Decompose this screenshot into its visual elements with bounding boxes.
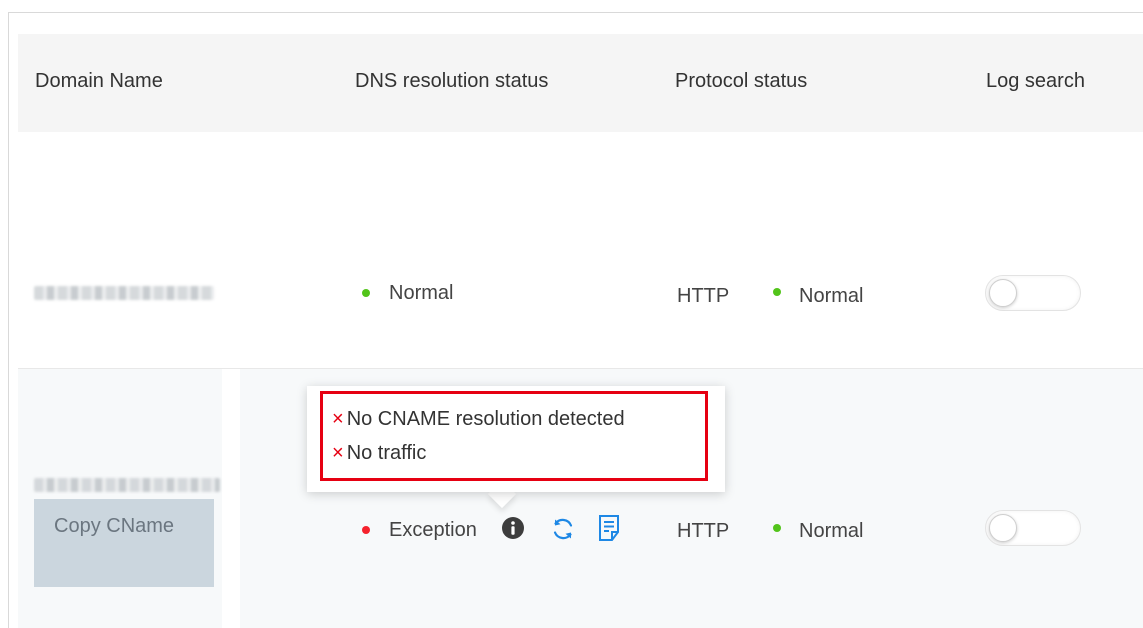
log-search-toggle[interactable] (985, 510, 1081, 546)
protocol-status-text: Normal (799, 520, 864, 542)
dns-status-text: Normal (389, 282, 454, 304)
info-icon[interactable] (501, 516, 525, 540)
log-search-toggle[interactable] (985, 275, 1081, 311)
tooltip-highlight-box (320, 391, 708, 481)
table-header: Domain Name DNS resolution status Protoc… (18, 34, 1143, 132)
domain-name-redacted (34, 478, 220, 492)
row-divider (222, 369, 240, 628)
tooltip-line-text: No CNAME resolution detected (346, 408, 625, 430)
tooltip-line: × No CNAME resolution detected (332, 408, 625, 431)
refresh-icon[interactable] (550, 516, 576, 542)
status-dot-exception (362, 526, 370, 534)
domain-name-redacted (34, 286, 214, 300)
tooltip-line-text: No traffic (346, 442, 427, 464)
status-dot-normal (773, 288, 781, 296)
error-x-icon: × (332, 408, 344, 430)
tooltip-line: × No traffic (332, 442, 426, 465)
toggle-knob (989, 514, 1017, 542)
status-dot-normal (773, 524, 781, 532)
status-dot-normal (362, 289, 370, 297)
dns-status-text: Exception (389, 519, 477, 541)
table-row (18, 132, 1143, 369)
column-header-dns-status: DNS resolution status (355, 70, 549, 92)
protocol-status-text: Normal (799, 285, 864, 307)
toggle-knob (989, 279, 1017, 307)
copy-cname-button[interactable]: Copy CName (34, 499, 214, 587)
column-header-protocol-status: Protocol status (675, 70, 808, 92)
column-header-log-search: Log search (986, 70, 1085, 92)
protocol-text: HTTP (677, 285, 730, 307)
document-icon[interactable] (597, 514, 621, 542)
protocol-text: HTTP (677, 520, 730, 542)
error-x-icon: × (332, 442, 344, 464)
column-header-domain-name: Domain Name (35, 70, 163, 92)
